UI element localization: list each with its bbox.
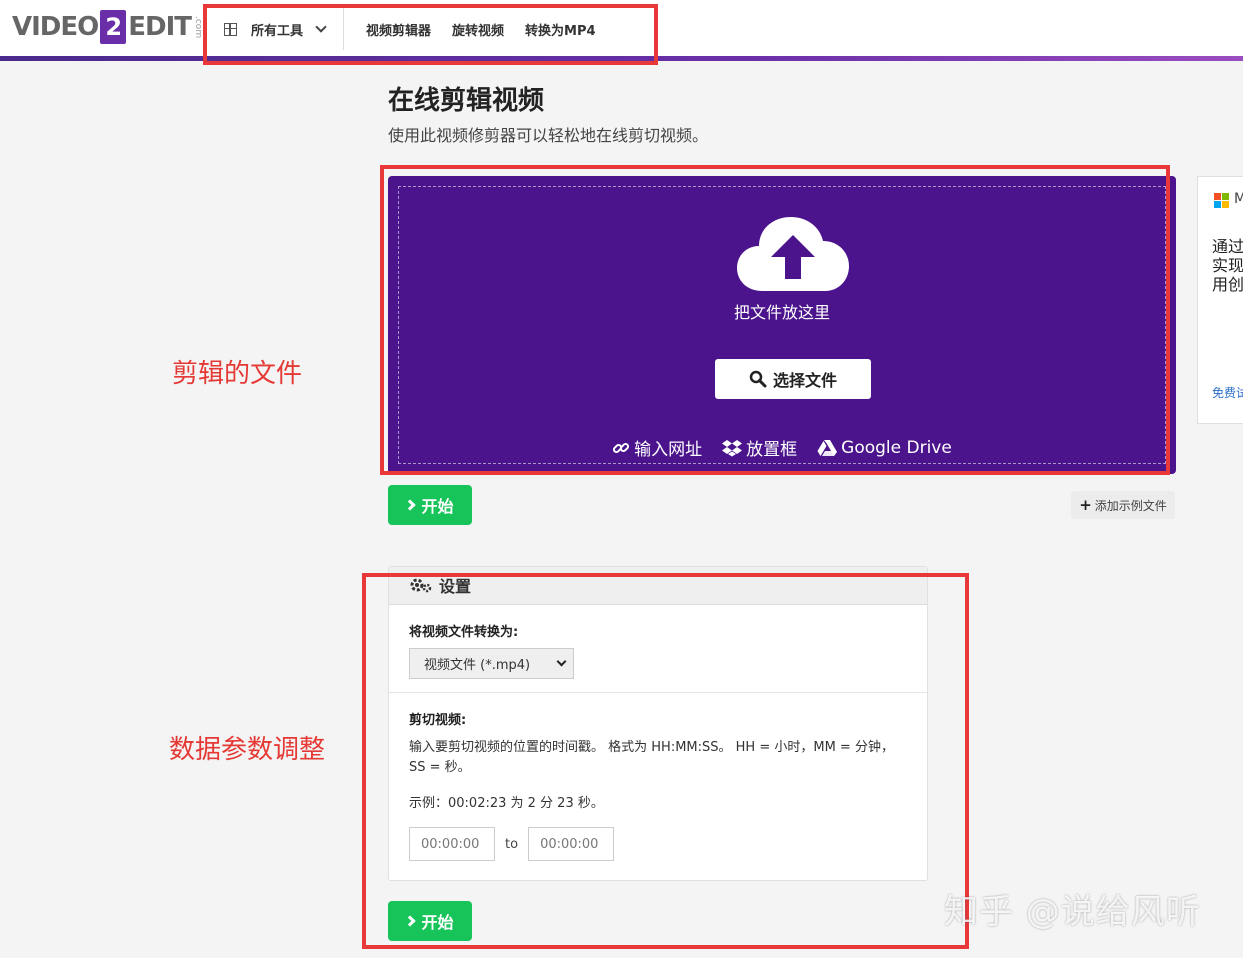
logo-text-com: .com [193,15,204,39]
add-sample-file-label: 添加示例文件 [1094,498,1167,513]
annotation-box-upload [380,165,1170,475]
start-button-top[interactable]: 开始 [388,485,472,525]
logo-text-two: 2 [100,10,127,44]
chevron-right-icon [404,499,417,511]
side-ad[interactable]: M 通过实现用创 免费试 [1197,176,1243,424]
logo-text-video: VIDEO [12,12,99,42]
ad-link[interactable]: 免费试 [1212,384,1243,401]
annotation-file-label: 剪辑的文件 [172,359,303,389]
add-sample-file-button[interactable]: + 添加示例文件 [1071,491,1175,519]
annotation-box-nav [203,4,658,65]
page-title: 在线剪辑视频 [388,86,545,116]
plus-icon: + [1079,496,1092,514]
microsoft-logo-icon [1214,193,1230,209]
annotation-params-label: 数据参数调整 [169,735,326,765]
start-label: 开始 [421,497,454,516]
annotation-box-settings [362,573,969,949]
site-logo[interactable]: VIDEO 2 EDIT .com [12,8,203,46]
watermark: 知乎 @说给风听 [944,892,1201,932]
logo-text-edit: EDIT [128,12,192,42]
ad-text: 通过实现用创 [1212,237,1243,294]
ad-brand-text: M [1234,191,1243,207]
page-subtitle: 使用此视频修剪器可以轻松地在线剪切视频。 [388,126,709,145]
